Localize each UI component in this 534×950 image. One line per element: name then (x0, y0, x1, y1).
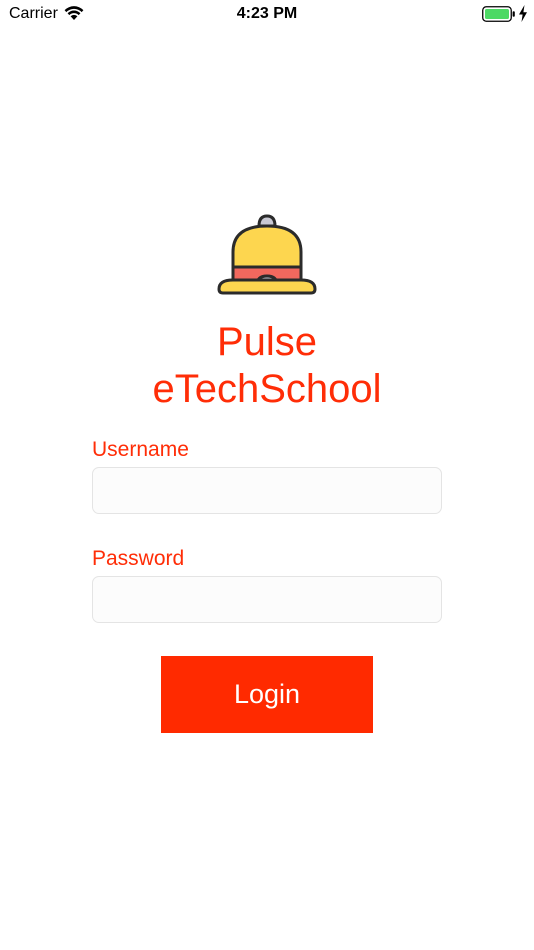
app-title-line-1: Pulse (216, 320, 318, 364)
charging-bolt-icon (519, 5, 527, 22)
bell-icon (217, 214, 317, 295)
status-bar: Carrier 4:23 PM (0, 0, 534, 28)
username-input[interactable] (92, 467, 442, 514)
username-label: Username (92, 438, 189, 461)
app-title-line-2: eTechSchool (152, 367, 382, 411)
clock: 4:23 PM (236, 5, 298, 22)
password-input[interactable] (92, 576, 442, 623)
login-button[interactable]: Login (161, 656, 373, 733)
battery-icon (482, 6, 515, 22)
login-screen: Carrier 4:23 PM Pulse eTechSchool Userna… (0, 0, 534, 950)
password-label: Password (92, 547, 185, 570)
